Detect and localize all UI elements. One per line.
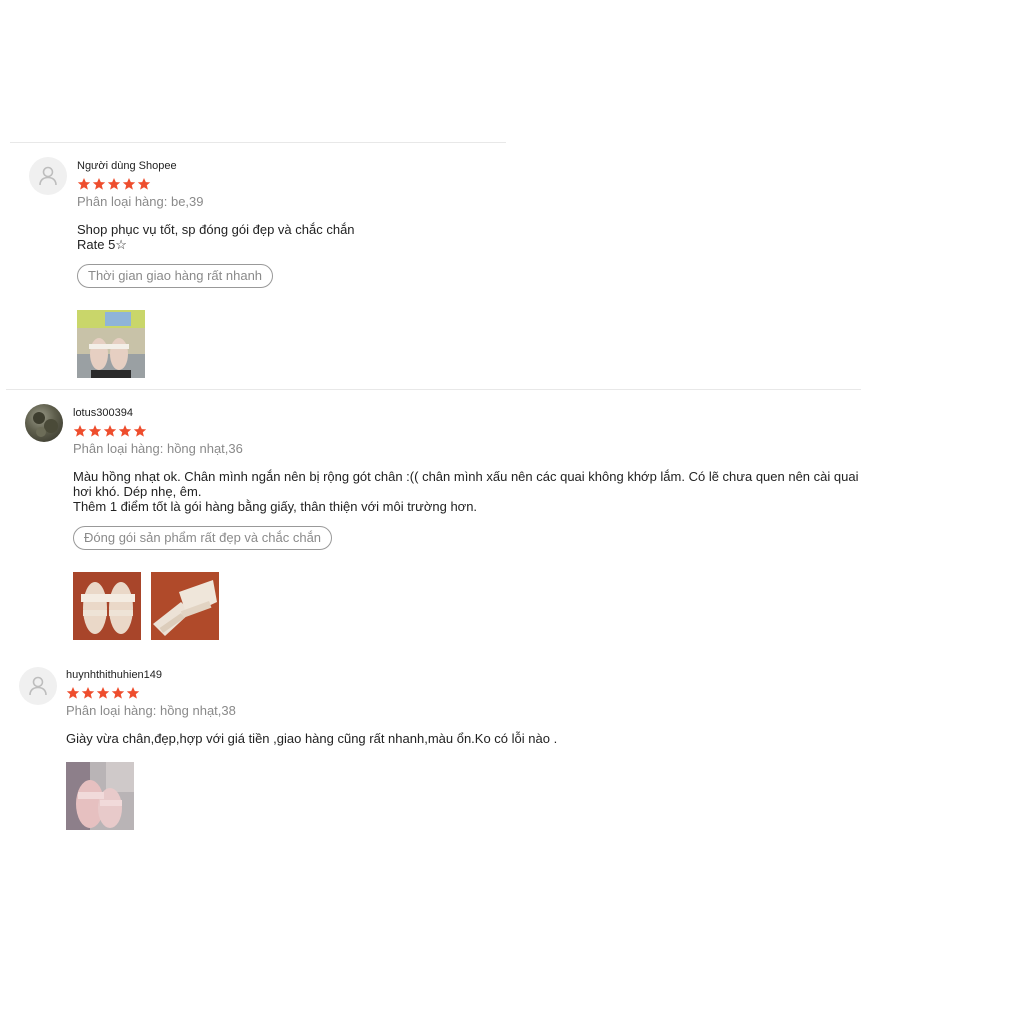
review-comment: Màu hồng nhạt ok. Chân mình ngắn nên bị … xyxy=(73,469,859,514)
star-icon xyxy=(66,687,80,699)
star-icon xyxy=(107,178,121,190)
star-icon xyxy=(137,178,151,190)
review-photo[interactable] xyxy=(66,762,134,830)
star-icon xyxy=(122,178,136,190)
review-tag: Thời gian giao hàng rất nhanh xyxy=(77,264,274,288)
reviewer-name[interactable]: lotus300394 xyxy=(73,406,863,420)
variant-label: Phân loại hàng: be,39 xyxy=(77,194,204,209)
review-divider xyxy=(10,142,506,143)
avatar[interactable] xyxy=(29,157,67,195)
star-icon xyxy=(133,425,147,437)
avatar[interactable] xyxy=(25,404,63,442)
review-photo[interactable] xyxy=(73,572,141,640)
review-tag: Đóng gói sản phẩm rất đẹp và chắc chắn xyxy=(73,526,333,550)
reviewer-name[interactable]: Người dùng Shopee xyxy=(77,159,507,173)
star-icon xyxy=(96,687,110,699)
star-icon xyxy=(81,687,95,699)
rating-stars xyxy=(73,424,863,438)
user-photo-icon xyxy=(33,412,58,437)
review-comment: Shop phục vụ tốt, sp đóng gói đẹp và chắ… xyxy=(77,222,355,252)
star-icon xyxy=(88,425,102,437)
star-icon xyxy=(103,425,117,437)
review-comment: Giày vừa chân,đẹp,hợp với giá tiền ,giao… xyxy=(66,731,558,746)
review-photo[interactable] xyxy=(77,310,145,378)
avatar[interactable] xyxy=(19,667,57,705)
reviewer-name[interactable]: huynhthithuhien149 xyxy=(66,668,866,682)
review-divider xyxy=(6,389,861,390)
star-icon xyxy=(73,425,87,437)
star-icon xyxy=(126,687,140,699)
variant-label: Phân loại hàng: hồng nhạt,38 xyxy=(66,703,236,718)
default-user-icon xyxy=(29,676,47,696)
star-icon xyxy=(77,178,91,190)
variant-label: Phân loại hàng: hồng nhạt,36 xyxy=(73,441,243,456)
star-icon xyxy=(92,178,106,190)
rating-stars xyxy=(66,686,866,700)
review-photo[interactable] xyxy=(151,572,219,640)
star-icon xyxy=(118,425,132,437)
rating-stars xyxy=(77,177,507,191)
default-user-icon xyxy=(39,166,57,186)
star-icon xyxy=(111,687,125,699)
